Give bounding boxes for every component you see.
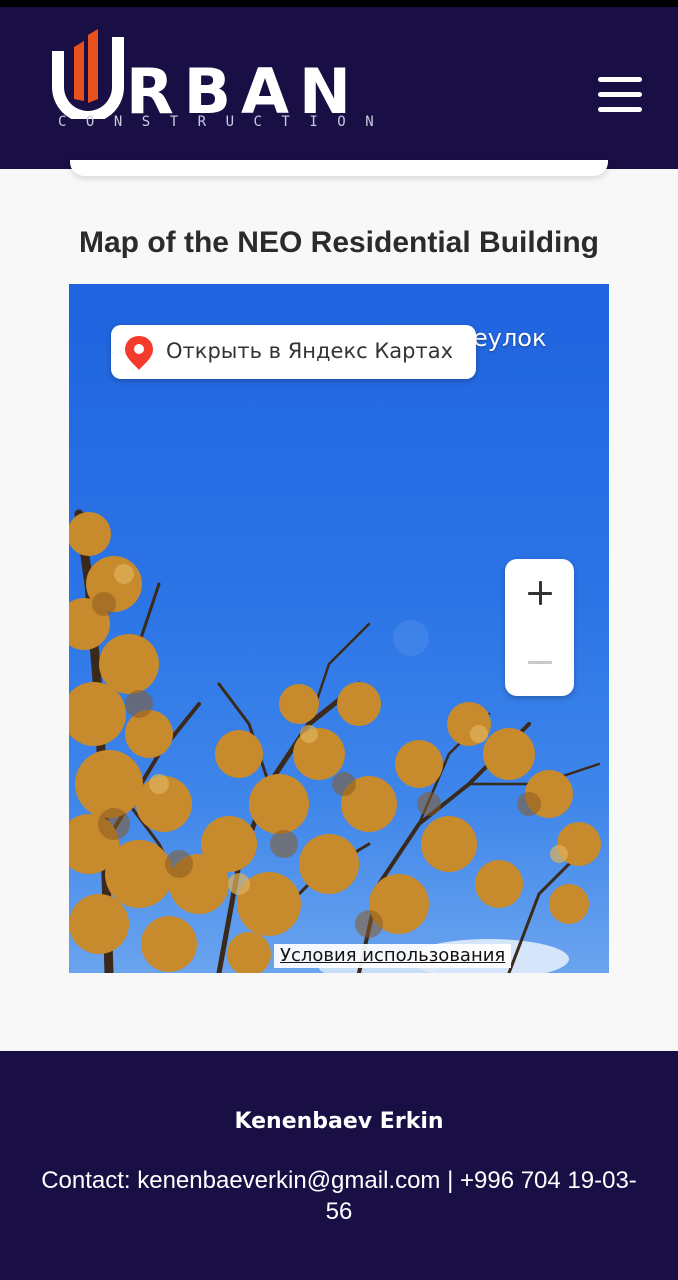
logo-subtitle: CONSTRUCTION [58, 114, 394, 130]
map-pin-icon [125, 336, 153, 370]
street-label: еулок [473, 324, 547, 352]
zoom-control [505, 559, 574, 696]
page-title: Map of the NEO Residential Building [78, 226, 600, 259]
terms-of-use-link[interactable]: Условия использования [274, 944, 512, 968]
footer-author-name: Kenenbaev Erkin [234, 1109, 444, 1134]
hamburger-menu-icon[interactable] [598, 77, 644, 113]
status-bar-strip [0, 0, 678, 7]
open-in-yandex-maps-label: Открыть в Яндекс Картах [166, 339, 453, 363]
logo-u-mark [52, 29, 124, 119]
urban-construction-logo[interactable]: RBAN CONSTRUCTION [48, 29, 374, 141]
footer-contact-info: Contact: kenenbaeverkin@gmail.com | +996… [41, 1167, 637, 1225]
open-in-yandex-maps-button[interactable]: Открыть в Яндекс Картах [111, 325, 476, 379]
previous-card-edge [70, 160, 608, 176]
zoom-in-button[interactable] [505, 559, 574, 627]
site-footer: Kenenbaev Erkin Contact: kenenbaeverkin@… [0, 1051, 678, 1280]
yandex-map-panorama[interactable]: еулок Открыть в Яндекс Картах [69, 284, 609, 973]
zoom-out-button[interactable] [505, 628, 574, 696]
site-header: RBAN CONSTRUCTION [0, 7, 678, 169]
